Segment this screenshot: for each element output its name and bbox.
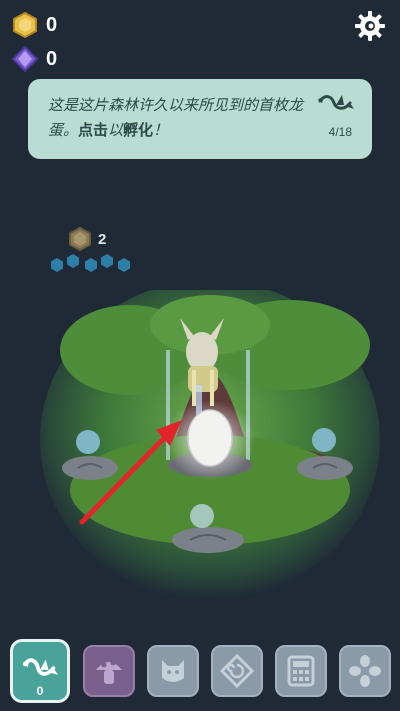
tip-progress: 4/18	[328, 125, 352, 139]
progress-hex	[67, 254, 79, 268]
progress-hex	[51, 258, 63, 272]
progress-hexes	[51, 254, 130, 272]
dragon-icon	[318, 95, 354, 110]
tab-calculator[interactable]	[275, 645, 327, 697]
settings-button[interactable]	[352, 8, 388, 44]
bottom-toolbar: 0	[0, 636, 400, 711]
spiral-tile-icon	[220, 654, 254, 688]
tip-text-end: ！	[153, 121, 169, 139]
tip-action-hatch: 孵化	[123, 121, 154, 139]
level-indicator: 2	[68, 227, 106, 251]
flower-icon	[349, 655, 381, 687]
crystal-cluster-left	[76, 430, 100, 454]
progress-hex	[118, 258, 130, 272]
calculator-icon	[287, 655, 315, 687]
cat-icon	[162, 660, 184, 682]
crystal-cluster-right	[312, 428, 336, 452]
tip-message: 这是这片森林许久以来所见到的首枚龙蛋。点击以孵化！	[48, 93, 318, 143]
stone-platform-right	[297, 456, 353, 480]
tip-text-mid: 以	[108, 121, 124, 139]
progress-hex	[85, 258, 97, 272]
dragon-egg	[187, 409, 233, 467]
gem-icon	[12, 46, 38, 72]
tab-tiles[interactable]	[211, 645, 263, 697]
glass-orb	[190, 504, 214, 528]
progress-hex	[101, 254, 113, 268]
dragon-count-badge: 0	[36, 684, 44, 698]
gear-icon	[355, 11, 385, 41]
stone-platform-left	[62, 456, 118, 480]
dragon-icon	[22, 658, 59, 676]
coin-icon	[13, 12, 37, 38]
level-value: 2	[98, 230, 107, 248]
coin-icon	[69, 227, 91, 251]
mushroom-icon	[96, 660, 122, 684]
tab-mushroom[interactable]	[83, 645, 135, 697]
coin-counter: 0	[12, 12, 57, 38]
tab-creatures[interactable]	[147, 645, 199, 697]
tutorial-tip[interactable]: 这是这片森林许久以来所见到的首枚龙蛋。点击以孵化！ 4/18	[28, 79, 372, 159]
forest-scene[interactable]	[40, 290, 380, 610]
gem-counter: 0	[12, 46, 57, 72]
gem-count: 0	[46, 47, 58, 70]
tab-dragons[interactable]: 0	[10, 639, 70, 703]
tip-action-tap: 点击	[78, 121, 109, 139]
tab-flowers[interactable]	[339, 645, 391, 697]
coin-count: 0	[46, 13, 58, 36]
stone-platform-front	[172, 527, 244, 553]
